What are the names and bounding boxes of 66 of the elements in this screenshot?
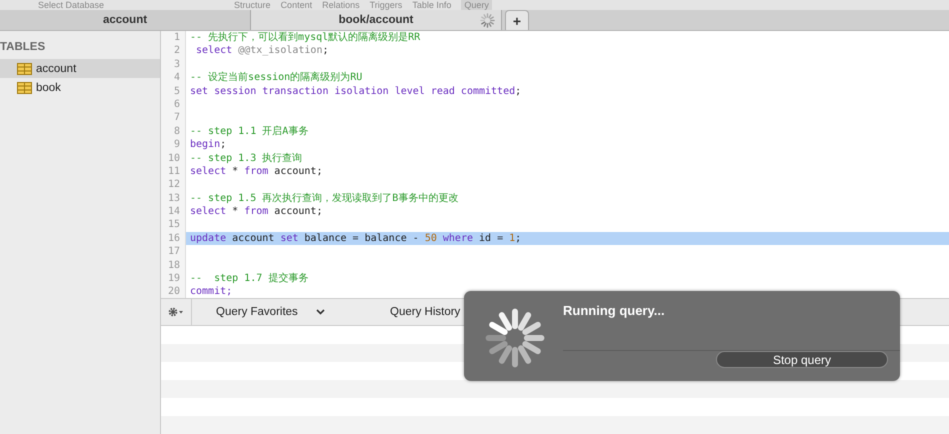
code-token: set	[280, 232, 298, 244]
line-number: 19	[166, 272, 181, 286]
tab[interactable]: book/account	[251, 10, 502, 30]
code-token: id =	[478, 232, 504, 244]
code-token: balance = balance -	[303, 232, 420, 244]
line-number: 12	[166, 178, 181, 192]
line-number: 13	[166, 192, 181, 206]
gear-icon[interactable]	[168, 307, 184, 317]
line-number: 3	[172, 58, 181, 72]
code-token: select	[195, 45, 232, 56]
code-token: ;	[515, 232, 522, 244]
code-token: -- step 1.5 再次执行查询，发现读取到了B事务中的更改	[190, 192, 458, 204]
progress-message: Running query...	[563, 303, 665, 318]
code-token: -- step 1.3 执行查询	[190, 152, 302, 164]
line-number: 17	[166, 245, 181, 259]
code-token: @@tx_isolation	[237, 45, 322, 56]
line-number: 2	[172, 44, 181, 58]
line-number: 18	[166, 258, 181, 272]
line-number: 9	[172, 138, 181, 152]
code-token: 50	[424, 232, 437, 244]
code-token: set session transaction isolation level read committed	[190, 86, 516, 97]
code-token: account	[231, 232, 276, 244]
code-token: account;	[273, 206, 322, 218]
table-item[interactable]: account	[0, 59, 160, 78]
new-tab-button[interactable]: +	[505, 10, 529, 30]
line-number: 10	[166, 152, 181, 165]
code-token: *	[231, 206, 240, 218]
line-number: 6	[172, 98, 181, 112]
line-number: 1	[172, 31, 181, 44]
code-token: -- 设定当前session的隔离级别为RU	[190, 72, 362, 84]
query-favorites-button[interactable]: Query Favorites	[216, 306, 298, 318]
line-number: 11	[166, 164, 181, 178]
code-token: select	[190, 166, 226, 177]
line-number: 7	[172, 111, 181, 125]
code-token: *	[231, 166, 240, 177]
code-token: -- step 1.7 提交事务	[190, 273, 308, 284]
code-token: commit;	[190, 286, 232, 298]
table-icon	[17, 82, 32, 94]
code-token: select	[190, 206, 226, 218]
code-token: begin	[190, 139, 220, 150]
chevron-icon[interactable]	[316, 309, 325, 315]
code-token: -- 先执行下，可以看到mysql默认的隔离级别是RR	[190, 32, 420, 43]
line-number: 16	[166, 232, 181, 246]
code-token: account;	[273, 166, 322, 177]
sidebar-heading: TABLES	[0, 40, 46, 55]
line-number: 8	[172, 124, 181, 138]
line-number: 5	[172, 84, 181, 98]
table-item[interactable]: book	[0, 78, 160, 97]
code-token: 1	[509, 232, 516, 244]
code-token: ;	[220, 139, 226, 150]
code-token: update	[190, 232, 226, 244]
line-number: 14	[166, 205, 181, 218]
line-number: 15	[166, 218, 181, 232]
code-token: where	[442, 232, 473, 244]
code-token: from	[244, 166, 268, 177]
line-number: 4	[172, 71, 181, 85]
table-name: account	[36, 62, 76, 74]
query-history-button[interactable]: Query History	[390, 306, 460, 318]
line-number: 20	[166, 285, 181, 298]
table-name: book	[36, 82, 61, 94]
table-icon	[17, 62, 32, 74]
code-token: from	[244, 206, 268, 218]
stop-query-button[interactable]: Stop query	[716, 351, 888, 368]
code-token: ;	[515, 86, 522, 97]
code-token: -- step 1.1 开启A事务	[190, 126, 308, 137]
code-token: ;	[322, 45, 328, 56]
